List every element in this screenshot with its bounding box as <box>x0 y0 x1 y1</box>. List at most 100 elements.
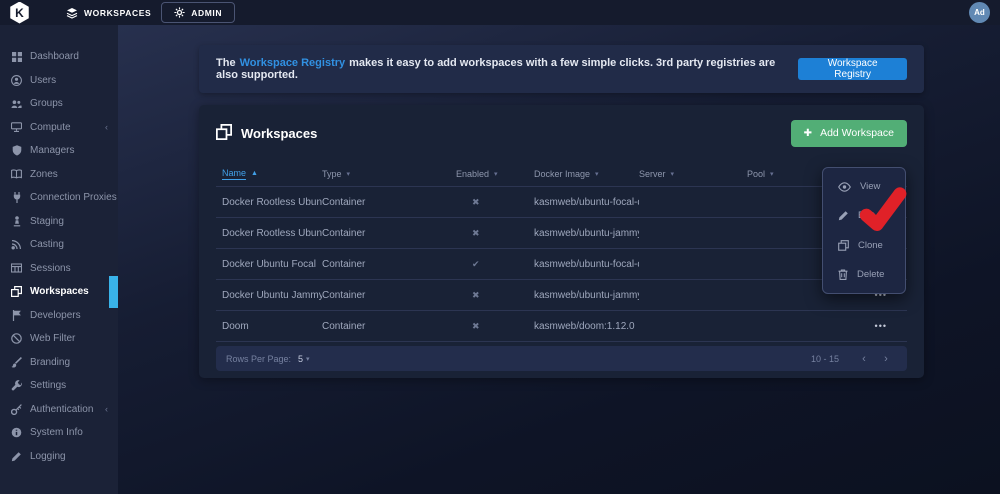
cell-type: Container <box>322 197 456 208</box>
sidebar-item-label: Dashboard <box>30 51 79 62</box>
sidebar-item-label: Sessions <box>30 263 71 274</box>
statue-icon <box>11 216 22 227</box>
sidebar-item-casting[interactable]: Casting <box>0 233 118 257</box>
sidebar-item-dashboard[interactable]: Dashboard <box>0 45 118 69</box>
workspace-registry-link[interactable]: Workspace Registry <box>240 57 346 69</box>
sidebar-item-zones[interactable]: Zones <box>0 163 118 187</box>
sidebar-item-authentication[interactable]: Authentication ‹ <box>0 398 118 422</box>
column-header-docker-image[interactable]: Docker Image ▾ <box>534 169 639 179</box>
next-page-button[interactable]: › <box>875 353 897 365</box>
rows-per-page-label: Rows Per Page: <box>226 354 291 364</box>
workspaces-icon <box>11 286 22 297</box>
sidebar-item-label: Authentication <box>30 404 93 415</box>
cell-docker-image: kasmweb/ubuntu-jammy-dind <box>534 290 639 301</box>
cell-type: Container <box>322 259 456 270</box>
layers-icon <box>66 7 78 19</box>
sidebar-item-label: Managers <box>30 145 74 156</box>
sidebar-item-managers[interactable]: Managers <box>0 139 118 163</box>
sidebar-item-label: Web Filter <box>30 333 75 344</box>
sidebar: Dashboard Users Groups Compute ‹ Manager… <box>0 25 118 494</box>
add-workspace-button[interactable]: ✚ Add Workspace <box>791 120 907 147</box>
kasm-logo[interactable]: K <box>9 2 30 24</box>
menu-item-view[interactable]: View <box>823 172 905 201</box>
table-footer: Rows Per Page: 5 ▾ 10 - 15 ‹ › <box>216 346 907 371</box>
copy-icon <box>838 240 849 251</box>
sidebar-item-label: Branding <box>30 357 70 368</box>
sidebar-item-settings[interactable]: Settings <box>0 374 118 398</box>
table-row[interactable]: Docker Rootless Ubuntu Focal Container ✖… <box>216 187 907 218</box>
sidebar-item-label: Compute <box>30 122 71 133</box>
menu-item-edit[interactable]: Edit <box>823 201 905 230</box>
enabled-cross-icon: ✖ <box>472 197 480 207</box>
map-book-icon <box>11 169 22 180</box>
plus-icon: ✚ <box>804 128 812 139</box>
sidebar-item-label: Settings <box>30 380 66 391</box>
column-header-server[interactable]: Server ▾ <box>639 169 747 179</box>
page-range-label: 10 - 15 <box>811 354 839 364</box>
dashboard-icon <box>11 51 22 62</box>
column-header-enabled[interactable]: Enabled ▾ <box>456 169 534 179</box>
sidebar-item-branding[interactable]: Branding <box>0 351 118 375</box>
info-icon <box>11 427 22 438</box>
registry-banner: TheWorkspace Registrymakes it easy to ad… <box>199 45 924 93</box>
panel-title-label: Workspaces <box>241 126 317 141</box>
compute-icon <box>11 122 22 133</box>
column-header-type[interactable]: Type ▾ <box>322 169 456 179</box>
sidebar-item-sessions[interactable]: Sessions <box>0 257 118 281</box>
main-content: TheWorkspace Registrymakes it easy to ad… <box>118 25 1000 494</box>
sidebar-item-logging[interactable]: Logging <box>0 445 118 469</box>
filter-caret-icon: ▾ <box>595 170 599 178</box>
user-icon <box>11 75 22 86</box>
sidebar-item-system-info[interactable]: System Info <box>0 421 118 445</box>
sidebar-item-groups[interactable]: Groups <box>0 92 118 116</box>
filter-caret-icon: ▾ <box>770 170 774 178</box>
sidebar-item-label: Connection Proxies <box>30 192 117 203</box>
column-header-name[interactable]: Name ▲ <box>216 168 322 180</box>
sidebar-item-users[interactable]: Users <box>0 69 118 93</box>
cell-docker-image: kasmweb/ubuntu-focal-dind:1 <box>534 259 639 270</box>
cell-name: Doom <box>216 321 322 332</box>
sort-asc-icon: ▲ <box>251 170 258 177</box>
nav-admin[interactable]: ADMIN <box>161 2 235 23</box>
row-actions-menu: View Edit Clone Delete <box>822 167 906 294</box>
shield-icon <box>11 145 22 156</box>
sidebar-item-compute[interactable]: Compute ‹ <box>0 116 118 140</box>
panel-title: Workspaces <box>216 124 317 143</box>
pencil-icon <box>11 451 22 462</box>
user-avatar[interactable]: Ad <box>969 2 990 23</box>
table-row[interactable]: Docker Rootless Ubuntu Jamm Container ✖ … <box>216 218 907 249</box>
sidebar-item-label: Users <box>30 75 56 86</box>
table-row[interactable]: Docker Ubuntu Focal Container ✔ kasmweb/… <box>216 249 907 280</box>
menu-item-delete[interactable]: Delete <box>823 260 905 289</box>
sidebar-item-web-filter[interactable]: Web Filter <box>0 327 118 351</box>
cell-name: Docker Rootless Ubuntu Focal <box>216 197 322 208</box>
cell-name: Docker Rootless Ubuntu Jamm <box>216 228 322 239</box>
sidebar-item-workspaces[interactable]: Workspaces <box>0 280 118 304</box>
previous-page-button[interactable]: ‹ <box>853 353 875 365</box>
paintbrush-icon <box>11 357 22 368</box>
registry-banner-text: TheWorkspace Registrymakes it easy to ad… <box>216 57 798 81</box>
sidebar-item-developers[interactable]: Developers <box>0 304 118 328</box>
row-actions-icon[interactable]: ••• <box>875 321 887 331</box>
kasm-admin-app: K WORKSPACES ADMIN Ad Dashboard Users Gr… <box>0 0 1000 494</box>
cell-docker-image: kasmweb/ubuntu-focal-dind-r <box>534 197 639 208</box>
menu-item-clone[interactable]: Clone <box>823 231 905 260</box>
nav-workspaces[interactable]: WORKSPACES <box>66 7 151 19</box>
table-row[interactable]: Doom Container ✖ kasmweb/doom:1.12.0 ••• <box>216 311 907 342</box>
workspace-registry-button[interactable]: Workspace Registry <box>798 58 907 80</box>
sidebar-item-staging[interactable]: Staging <box>0 210 118 234</box>
workspaces-panel-icon <box>216 124 232 143</box>
cell-docker-image: kasmweb/doom:1.12.0 <box>534 321 639 332</box>
chevron-expand-icon: ‹ <box>105 404 108 414</box>
sidebar-item-label: Logging <box>30 451 66 462</box>
table-icon <box>11 263 22 274</box>
eye-icon <box>838 182 851 192</box>
rows-per-page-select[interactable]: 5 <box>298 354 303 364</box>
sidebar-item-connection-proxies[interactable]: Connection Proxies <box>0 186 118 210</box>
plug-icon <box>11 192 22 203</box>
nav-admin-label: ADMIN <box>191 8 222 18</box>
topbar: K WORKSPACES ADMIN Ad <box>0 0 1000 25</box>
gear-icon <box>174 7 185 18</box>
enabled-cross-icon: ✖ <box>472 321 480 331</box>
table-row[interactable]: Docker Ubuntu Jammy Container ✖ kasmweb/… <box>216 280 907 311</box>
